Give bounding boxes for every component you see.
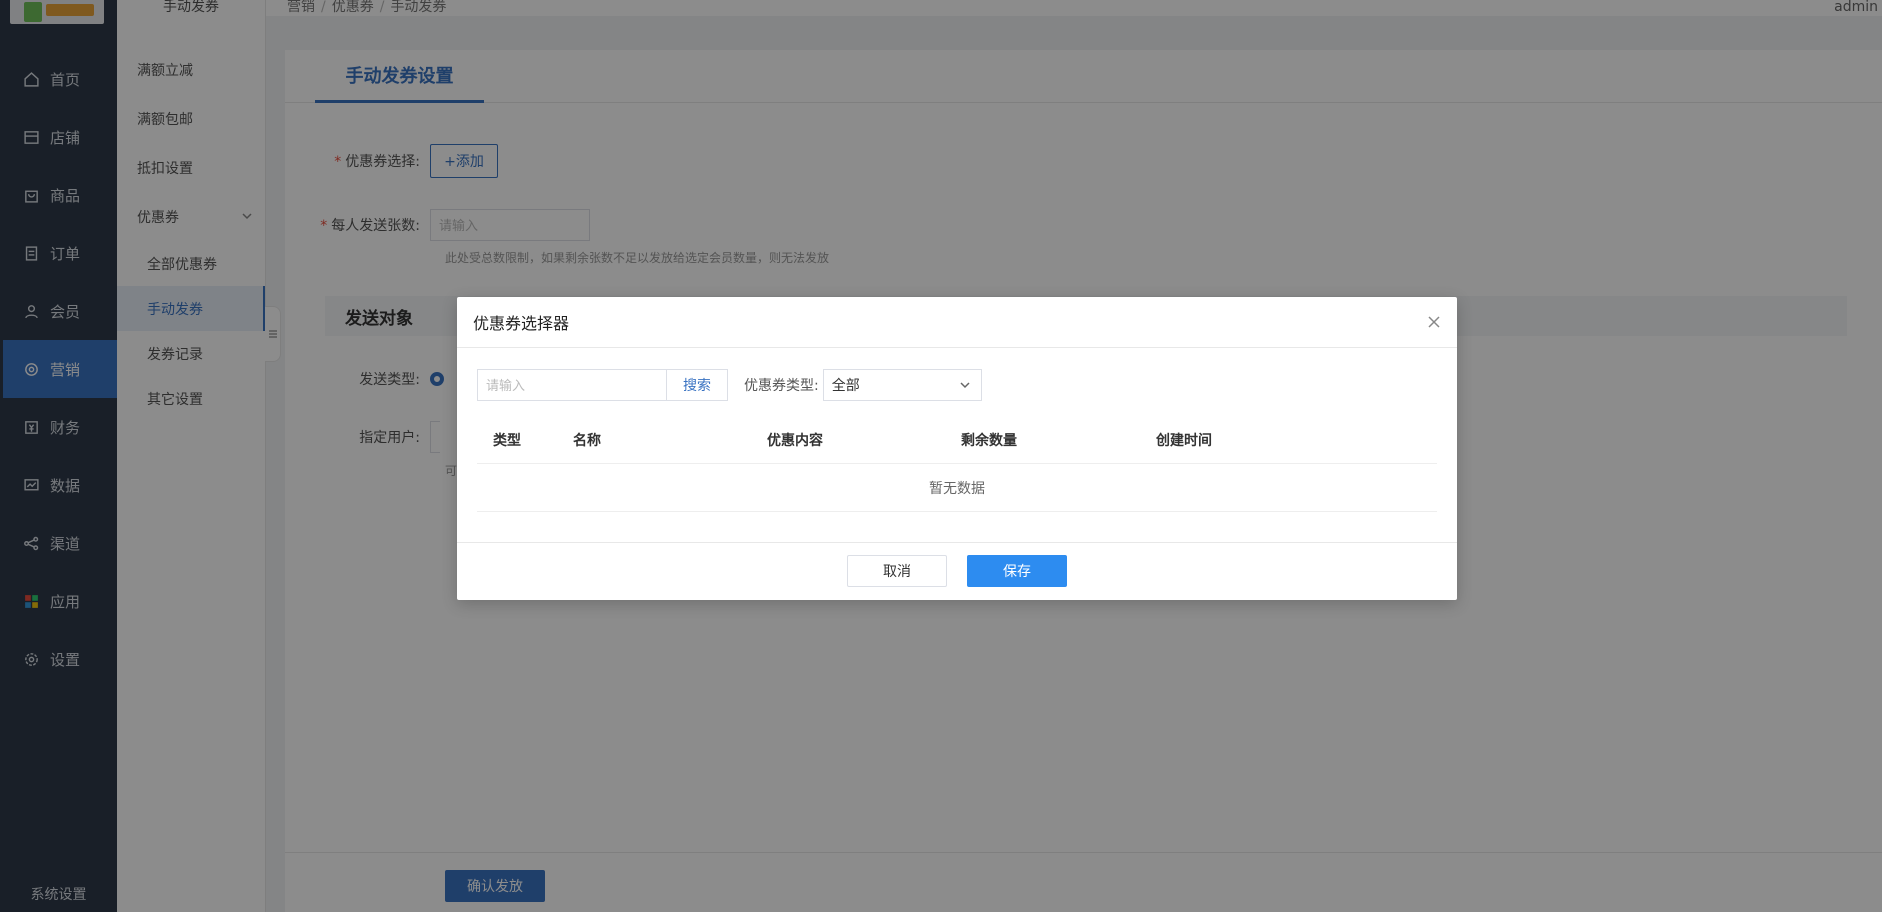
coupon-search-input[interactable] [477, 369, 666, 401]
column-header-remaining: 剩余数量 [961, 432, 1017, 449]
cancel-button[interactable]: 取消 [847, 555, 947, 587]
chevron-down-icon [959, 379, 971, 395]
coupon-type-value: 全部 [831, 378, 860, 394]
coupon-type-label: 优惠券类型: [744, 378, 819, 394]
column-header-name: 名称 [573, 432, 601, 449]
table-empty: 暂无数据 [477, 464, 1437, 512]
coupon-type-select[interactable]: 全部 [822, 369, 982, 401]
column-header-content: 优惠内容 [767, 432, 823, 449]
modal-body: 搜索 优惠券类型: 全部 类型 名称 优惠内容 剩余数量 创建时间 暂无数据 [457, 348, 1457, 542]
save-button[interactable]: 保存 [967, 555, 1067, 587]
table-header: 类型 名称 优惠内容 剩余数量 创建时间 [477, 416, 1437, 464]
column-header-type: 类型 [493, 432, 521, 449]
coupon-table: 类型 名称 优惠内容 剩余数量 创建时间 暂无数据 [477, 416, 1437, 512]
modal-footer: 取消 保存 [457, 542, 1457, 599]
column-header-created: 创建时间 [1156, 432, 1212, 449]
close-icon[interactable] [1425, 313, 1443, 331]
modal-header: 优惠券选择器 [457, 297, 1457, 348]
coupon-selector-modal: 优惠券选择器 搜索 优惠券类型: 全部 类型 名称 优惠内容 剩余数量 创建时间 [457, 297, 1457, 600]
modal-title: 优惠券选择器 [473, 314, 570, 333]
modal-search-row: 搜索 优惠券类型: 全部 [477, 369, 982, 401]
search-button[interactable]: 搜索 [666, 369, 728, 401]
